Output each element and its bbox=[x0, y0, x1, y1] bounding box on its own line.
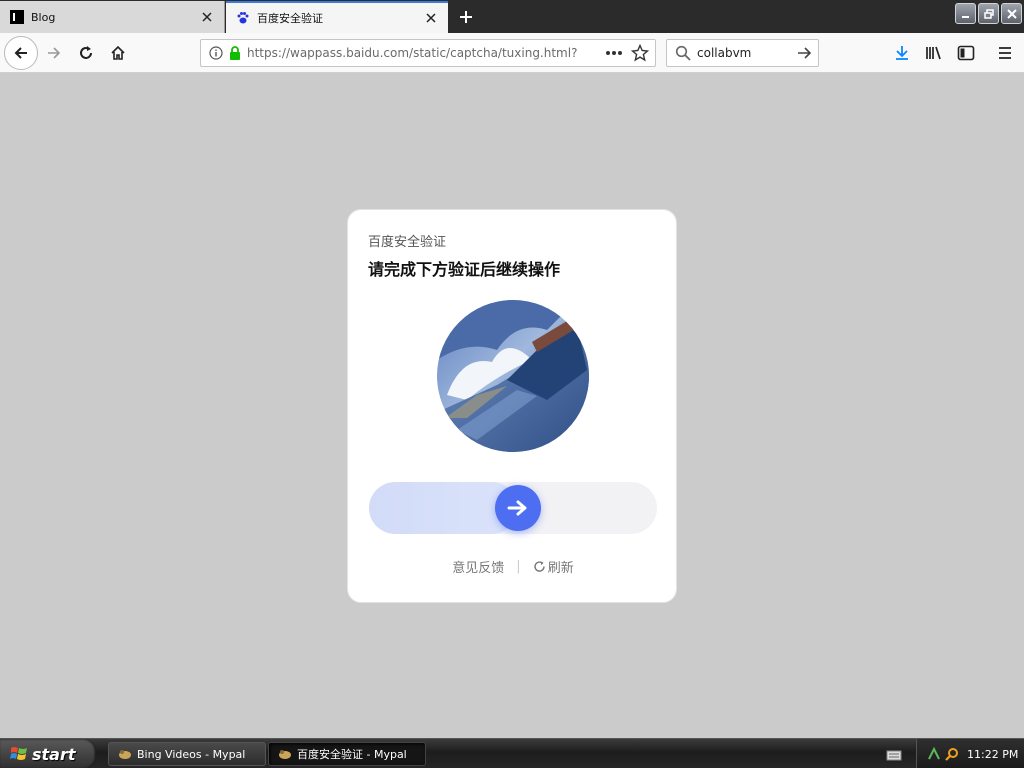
captcha-subtitle: 百度安全验证 bbox=[368, 235, 447, 250]
taskbar-item[interactable]: 百度安全验证 - Mypal bbox=[268, 742, 426, 766]
tab-strip: Blog 百度安全验证 bbox=[0, 0, 1024, 33]
start-button[interactable]: start bbox=[0, 739, 96, 768]
url-bar[interactable]: https://wappass.baidu.com/static/captcha… bbox=[200, 39, 656, 67]
clock: 11:22 PM bbox=[967, 747, 1019, 761]
page-actions-icon[interactable] bbox=[605, 50, 623, 56]
tab-baidu-verify[interactable]: 百度安全验证 bbox=[226, 1, 448, 33]
mypal-app-icon bbox=[117, 746, 133, 762]
restore-icon[interactable] bbox=[978, 3, 999, 24]
windows-logo-icon bbox=[10, 747, 27, 760]
captcha-footer: 意见反馈 | 刷新 bbox=[348, 557, 678, 576]
library-icon[interactable] bbox=[922, 41, 946, 65]
download-icon[interactable] bbox=[890, 41, 914, 65]
taskbar-item-label: 百度安全验证 - Mypal bbox=[297, 748, 407, 761]
refresh-icon bbox=[534, 561, 545, 572]
forward-arrow-icon bbox=[48, 47, 61, 59]
tab-blog[interactable]: Blog bbox=[0, 1, 225, 33]
secure-lock-icon[interactable] bbox=[229, 46, 241, 60]
bookmark-star-icon[interactable] bbox=[631, 44, 649, 62]
search-input[interactable]: collabvm bbox=[697, 46, 796, 60]
search-bar[interactable]: collabvm bbox=[666, 39, 819, 67]
feedback-link[interactable]: 意见反馈 bbox=[452, 557, 504, 576]
window-close-icon[interactable] bbox=[1001, 3, 1022, 24]
mypal-app-icon bbox=[277, 746, 293, 762]
minimize-icon[interactable] bbox=[955, 3, 976, 24]
reload-button[interactable] bbox=[70, 37, 102, 69]
baidu-paw-icon bbox=[235, 10, 251, 26]
reload-icon bbox=[80, 46, 92, 59]
keyboard-icon[interactable] bbox=[886, 747, 902, 761]
footer-separator: | bbox=[516, 559, 521, 574]
tab-close-icon[interactable] bbox=[421, 8, 441, 28]
back-button[interactable] bbox=[4, 36, 38, 70]
window-controls bbox=[955, 3, 1022, 24]
network-icon[interactable] bbox=[927, 747, 941, 761]
home-icon bbox=[111, 45, 125, 60]
search-icon bbox=[675, 45, 691, 61]
taskbar: start Bing Videos - Mypal 百度安全验证 - Mypal… bbox=[0, 738, 1024, 768]
taskbar-item[interactable]: Bing Videos - Mypal bbox=[108, 742, 266, 766]
hamburger-menu-icon[interactable] bbox=[993, 41, 1017, 65]
info-icon[interactable] bbox=[209, 46, 223, 60]
refresh-label: 刷新 bbox=[547, 561, 574, 576]
new-tab-icon[interactable] bbox=[454, 5, 478, 29]
forward-button[interactable] bbox=[38, 37, 70, 69]
system-tray: 11:22 PM bbox=[916, 739, 1024, 768]
captcha-rotate-image bbox=[437, 300, 589, 452]
back-arrow-icon bbox=[14, 47, 27, 59]
sidebar-toggle-icon[interactable] bbox=[954, 41, 978, 65]
tray-search-icon[interactable] bbox=[945, 747, 959, 761]
taskbar-item-label: Bing Videos - Mypal bbox=[137, 747, 246, 761]
url-text: https://wappass.baidu.com/static/captcha… bbox=[247, 46, 578, 60]
arrow-right-icon bbox=[507, 500, 527, 516]
captcha-card: 百度安全验证 请完成下方验证后继续操作 意见反馈 | 刷新 bbox=[347, 209, 677, 603]
refresh-link[interactable]: 刷新 bbox=[533, 557, 574, 576]
slider-handle[interactable] bbox=[494, 485, 541, 531]
captcha-title: 请完成下方验证后继续操作 bbox=[368, 260, 561, 279]
blog-favicon-icon bbox=[9, 9, 25, 25]
start-label: start bbox=[32, 744, 76, 764]
home-button[interactable] bbox=[102, 37, 134, 69]
navigation-bar: https://wappass.baidu.com/static/captcha… bbox=[0, 33, 1024, 73]
tab-title: Blog bbox=[31, 10, 56, 24]
tab-close-icon[interactable] bbox=[197, 7, 217, 27]
tab-title: 百度安全验证 bbox=[257, 12, 323, 25]
search-go-arrow-icon[interactable] bbox=[796, 45, 812, 61]
